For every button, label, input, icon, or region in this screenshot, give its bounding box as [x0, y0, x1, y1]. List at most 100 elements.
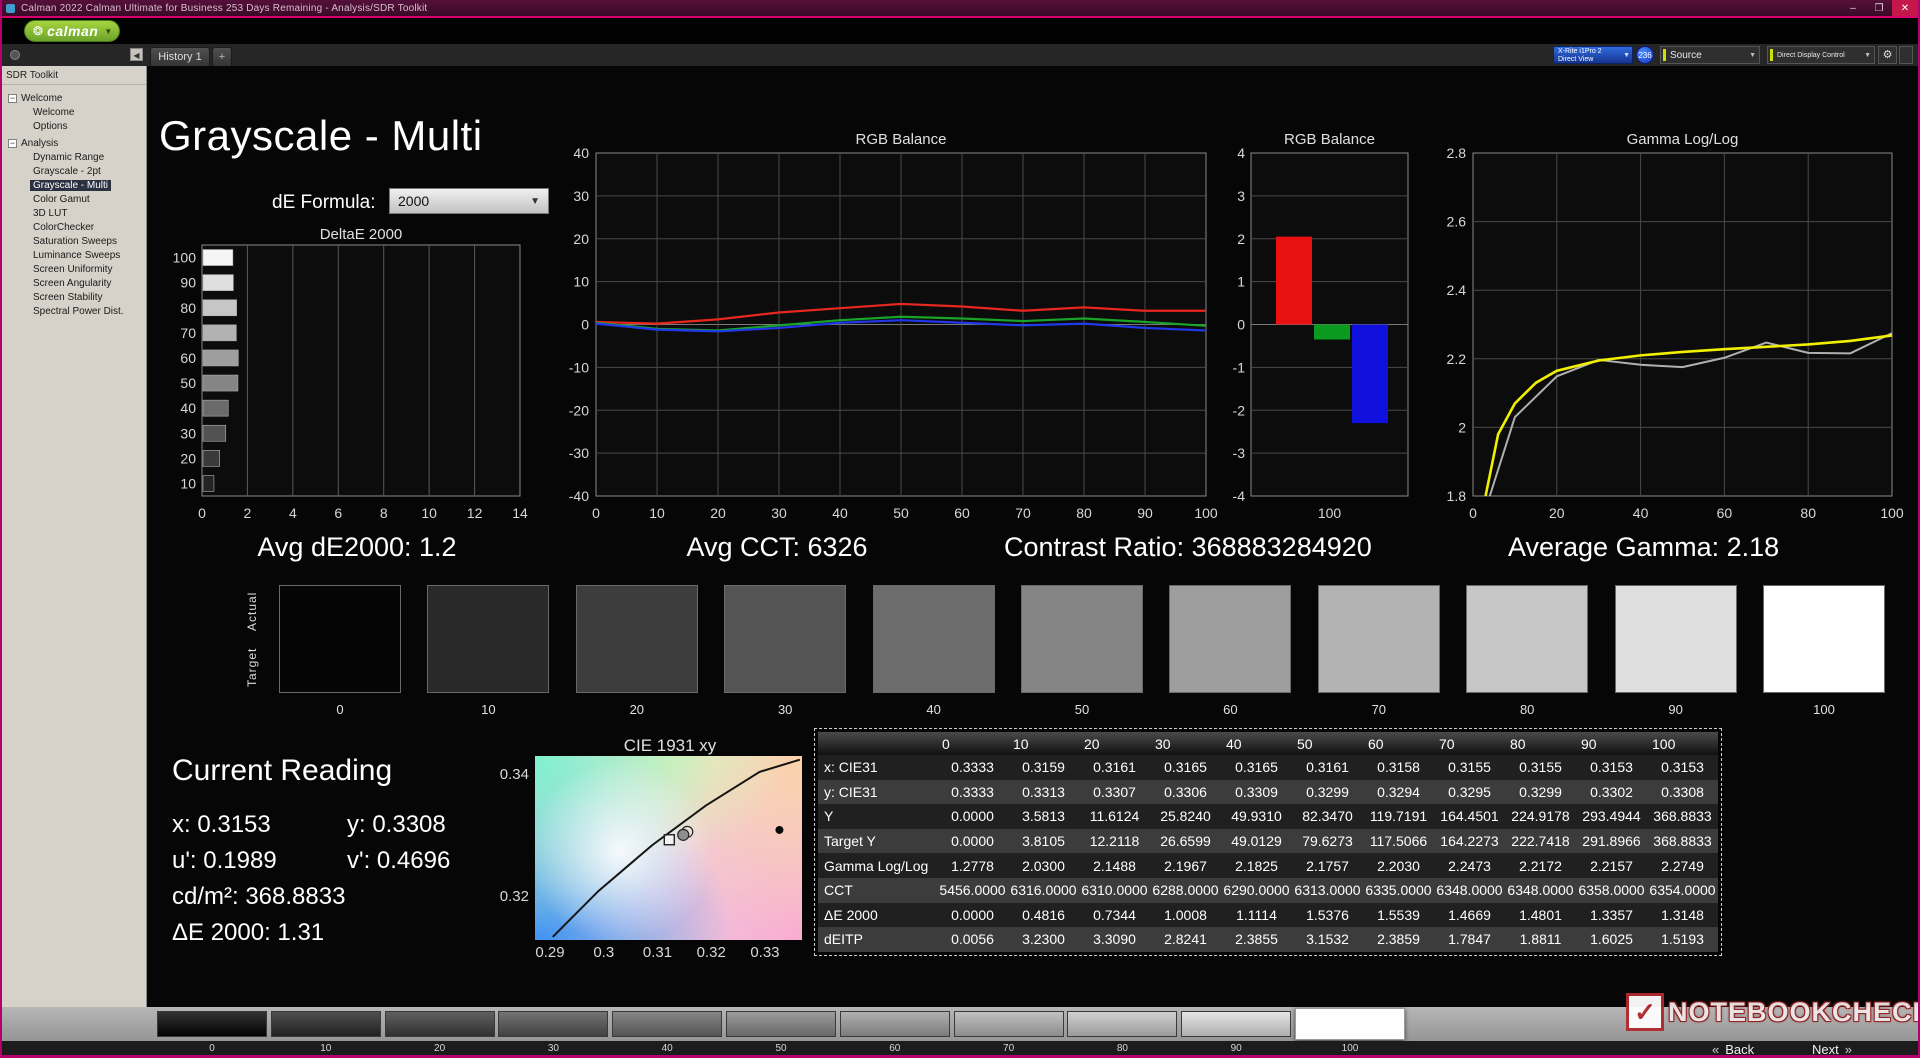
tree-collapse-icon: − [8, 139, 17, 148]
de-formula-label: dE Formula: [272, 192, 375, 214]
table-cell: 117.5066 [1363, 829, 1434, 854]
notebookcheck-logo-icon: ✓ [1626, 993, 1664, 1031]
meter-dropdown[interactable]: X-Rite i1Pro 2 Direct View ▼ [1553, 46, 1633, 64]
table-cell: 2.3855 [1221, 927, 1292, 952]
maximize-button[interactable]: ❐ [1866, 0, 1892, 16]
table-row-label: Target Y [818, 829, 937, 854]
pattern-button-80[interactable] [1067, 1011, 1177, 1037]
chart-deltae-2000: DeltaE 200002468101214100908070605040302… [157, 226, 547, 541]
gray-swatch-label-10: 10 [427, 702, 549, 717]
meter-count-badge[interactable]: 236 [1636, 46, 1654, 64]
pattern-button-60[interactable] [840, 1011, 950, 1037]
table-cell: 1.1114 [1221, 903, 1292, 928]
sidebar-item-dynamic-range[interactable]: Dynamic Range [8, 150, 146, 164]
tree-group-analysis[interactable]: −Analysis [8, 136, 146, 150]
back-button[interactable]: « Back [1712, 1042, 1754, 1057]
pattern-button-100[interactable] [1295, 1008, 1405, 1040]
pattern-button-40[interactable] [612, 1011, 722, 1037]
deltae-bar-50 [203, 375, 238, 391]
svg-text:2: 2 [1237, 231, 1245, 247]
sidebar-item-saturation-sweeps[interactable]: Saturation Sweeps [8, 234, 146, 248]
sidebar-item-grayscale-2pt[interactable]: Grayscale - 2pt [8, 164, 146, 178]
sidebar-item-color-gamut[interactable]: Color Gamut [8, 192, 146, 206]
cie-x-tick-label: 0.32 [686, 944, 736, 961]
minimize-button[interactable]: – [1840, 0, 1866, 16]
deltae-bar-60 [203, 350, 238, 366]
table-cell: 0.3308 [1647, 780, 1718, 805]
chevron-down-icon: ▼ [1864, 52, 1871, 59]
table-cell: 3.5813 [1008, 804, 1079, 829]
table-cell: 0.3306 [1150, 780, 1221, 805]
sidebar-item-screen-uniformity[interactable]: Screen Uniformity [8, 262, 146, 276]
sidebar-item-options[interactable]: Options [8, 119, 146, 133]
sidebar-item-screen-stability[interactable]: Screen Stability [8, 290, 146, 304]
sidebar-item-spectral-power-dist[interactable]: Spectral Power Dist. [8, 304, 146, 318]
sidebar-item-welcome[interactable]: Welcome [8, 105, 146, 119]
table-cell: 3.1532 [1292, 927, 1363, 952]
sidebar-collapse-button[interactable]: ◀ [130, 48, 143, 61]
calman-menu-button[interactable]: ❂ calman ▼ [24, 20, 120, 42]
chevron-down-icon: ▼ [1623, 52, 1630, 60]
check-icon: ✓ [1634, 997, 1656, 1028]
pattern-button-0[interactable] [157, 1011, 267, 1037]
sidebar-item-luminance-sweeps[interactable]: Luminance Sweeps [8, 248, 146, 262]
svg-text:60: 60 [954, 505, 970, 521]
close-button[interactable]: ✕ [1892, 0, 1918, 16]
deltae-bar-100 [203, 250, 233, 266]
workflow-tree: −WelcomeWelcomeOptions −AnalysisDynamic R… [0, 91, 146, 318]
source-dropdown[interactable]: Source ▼ [1660, 46, 1760, 64]
table-cell: 119.7191 [1363, 804, 1434, 829]
display-control-label: Direct Display Control [1777, 52, 1845, 59]
sidebar-item-grayscale-multi[interactable]: Grayscale - Multi [8, 178, 146, 192]
next-button[interactable]: Next » [1812, 1042, 1852, 1057]
meter-mode: Direct View [1558, 56, 1622, 64]
tab-history-1[interactable]: History 1 [150, 47, 210, 66]
table-cell: 1.4801 [1505, 903, 1576, 928]
pattern-button-90[interactable] [1181, 1011, 1291, 1037]
reading-x: x: 0.3153 [172, 811, 271, 839]
svg-text:-40: -40 [569, 488, 589, 504]
pattern-button-50[interactable] [726, 1011, 836, 1037]
table-cell: 224.9178 [1505, 804, 1576, 829]
titlebar: Calman 2022 Calman Ultimate for Business… [0, 0, 1920, 16]
table-col-header: 80 [1505, 732, 1576, 755]
svg-text:40: 40 [573, 145, 589, 161]
table-cell: 2.1488 [1079, 853, 1150, 878]
actual-label: Actual [245, 582, 263, 640]
table-cell: 1.7847 [1434, 927, 1505, 952]
cie-chromaticity-chart [535, 756, 802, 940]
table-cell: 2.8241 [1150, 927, 1221, 952]
planckian-locus [553, 760, 800, 937]
table-col-header: 50 [1292, 732, 1363, 755]
deltae-bar-90 [203, 275, 233, 291]
svg-text:4: 4 [289, 505, 297, 521]
cie-y-tick-label: 0.32 [483, 888, 529, 905]
table-cell: 3.8105 [1008, 829, 1079, 854]
pattern-label-40: 40 [612, 1043, 722, 1054]
gray-swatch-20 [576, 585, 698, 693]
svg-text:70: 70 [1015, 505, 1031, 521]
tree-group-welcome[interactable]: −Welcome [8, 91, 146, 105]
display-control-dropdown[interactable]: Direct Display Control ▼ [1767, 46, 1875, 64]
de-formula-dropdown[interactable]: 2000 ▼ [389, 188, 549, 214]
add-tab-button[interactable]: + [212, 47, 232, 66]
sidebar-item-3d-lut[interactable]: 3D LUT [8, 206, 146, 220]
layout-button[interactable] [1899, 46, 1913, 64]
table-cell: 368.8833 [1647, 804, 1718, 829]
deltae-bar-70 [203, 325, 236, 341]
sidebar-options-icon[interactable] [10, 50, 20, 60]
pattern-button-70[interactable] [954, 1011, 1064, 1037]
pattern-button-10[interactable] [271, 1011, 381, 1037]
table-cell: 0.0000 [937, 829, 1008, 854]
pattern-button-30[interactable] [498, 1011, 608, 1037]
sidebar-item-colorchecker[interactable]: ColorChecker [8, 220, 146, 234]
settings-gear-button[interactable]: ⚙ [1878, 46, 1897, 64]
pattern-button-20[interactable] [385, 1011, 495, 1037]
sidebar-item-label: Screen Stability [30, 292, 105, 303]
reading-u-prime: u': 0.1989 [172, 847, 277, 875]
table-cell: 6335.0000 [1363, 878, 1434, 903]
table-cell: 0.7344 [1079, 903, 1150, 928]
table-cell: 0.3302 [1576, 780, 1647, 805]
svg-text:90: 90 [1137, 505, 1153, 521]
sidebar-item-screen-angularity[interactable]: Screen Angularity [8, 276, 146, 290]
